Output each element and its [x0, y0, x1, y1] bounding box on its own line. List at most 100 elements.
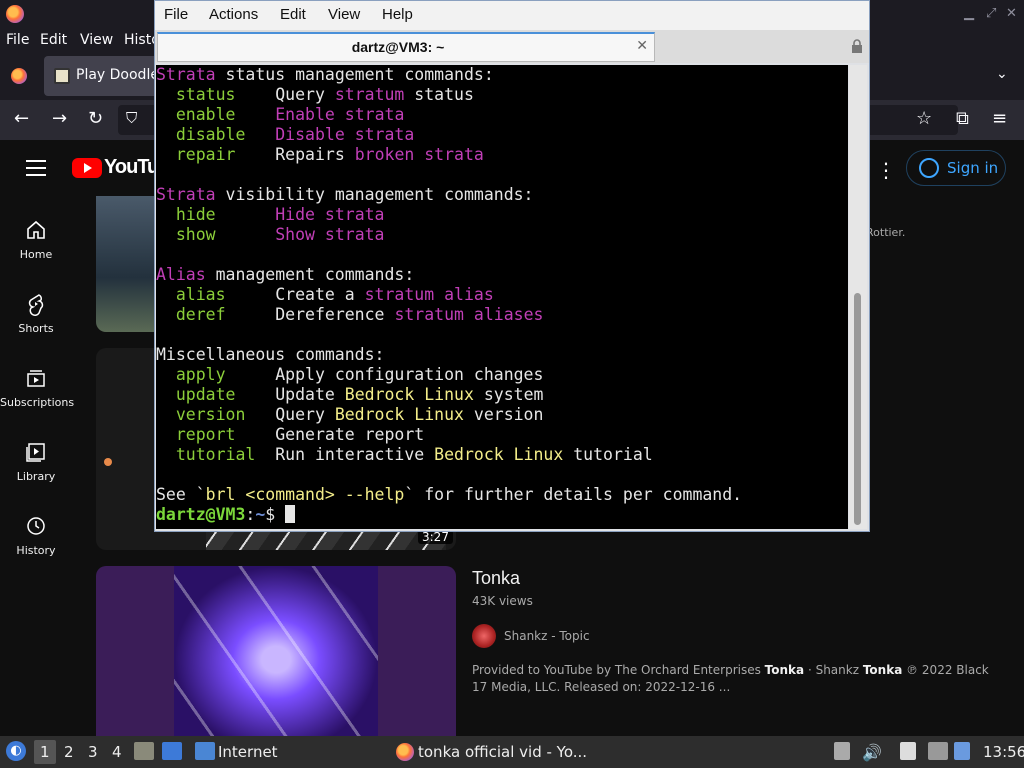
sign-in-label: Sign in [947, 159, 999, 177]
terminal-menu-edit[interactable]: Edit [280, 6, 306, 23]
menu-edit[interactable]: Edit [40, 32, 67, 48]
terminal-line: deref Dereference stratum aliases [156, 305, 544, 325]
lock-icon[interactable] [851, 39, 863, 53]
nav-library[interactable]: Library [0, 440, 72, 483]
nav-library-label: Library [16, 470, 56, 483]
terminal-line: version Query Bedrock Linux version [156, 405, 544, 425]
prompt-user: dartz@VM3 [156, 505, 246, 524]
terminal-text-segment: tutorial [156, 445, 256, 464]
terminal-text-segment: Hide strata [275, 205, 385, 224]
video-description: Provided to YouTube by The Orchard Enter… [472, 663, 989, 694]
firefox-task-icon[interactable] [396, 743, 414, 761]
terminal-text-segment: hide [156, 205, 216, 224]
close-icon[interactable]: ✕ [1006, 6, 1017, 21]
terminal-text-segment: version [463, 405, 544, 424]
channel-avatar[interactable] [472, 624, 496, 648]
guide-menu-icon[interactable] [26, 160, 46, 176]
terminal-line: See `brl <command> --help` for further d… [156, 485, 742, 505]
nav-subscriptions[interactable]: Subscriptions [0, 366, 75, 409]
video-thumbnail-tonka[interactable] [96, 566, 456, 736]
youtube-logo-icon[interactable] [72, 158, 102, 178]
terminal-text-segment: Create a [225, 285, 365, 304]
terminal-line: tutorial Run interactive Bedrock Linux t… [156, 445, 653, 465]
volume-icon[interactable]: 🔊 [862, 743, 882, 762]
maximize-icon[interactable]: ⤢ [986, 6, 996, 21]
terminal-scrollbar[interactable] [849, 65, 867, 529]
terminal-line: disable Disable strata [156, 125, 414, 145]
terminal-text-segment: status management commands: [215, 65, 494, 84]
terminal-text-segment: Query [245, 405, 335, 424]
network-icon[interactable] [954, 742, 970, 760]
forward-icon[interactable]: → [52, 108, 67, 129]
bookmark-star-icon[interactable]: ☆ [916, 108, 932, 129]
terminal-tab-title: dartz@VM3: ~ [351, 39, 445, 55]
home-icon [27, 220, 45, 239]
library-icon [26, 443, 45, 462]
close-tab-icon[interactable]: ✕ [636, 38, 648, 54]
terminal-text-segment: Miscellaneous commands: [156, 345, 385, 364]
folder-icon[interactable] [195, 742, 215, 760]
terminal-text-segment: Show strata [275, 225, 385, 244]
workspace-1[interactable]: 1 [40, 743, 50, 761]
extensions-icon[interactable]: ⧉ [956, 108, 969, 129]
terminal-text-segment: Enable strata [275, 105, 405, 124]
sign-in-button[interactable]: Sign in [906, 150, 1006, 186]
workspace-2[interactable]: 2 [64, 743, 74, 761]
menu-view[interactable]: View [80, 32, 113, 48]
more-options-icon[interactable]: ⋮ [876, 158, 896, 182]
channel-name[interactable]: Shankz - Topic [504, 629, 590, 643]
clipboard-icon[interactable] [834, 742, 850, 760]
terminal-text-segment: Strata [156, 65, 216, 84]
terminal-menu-view[interactable]: View [328, 6, 360, 23]
terminal-menu-actions[interactable]: Actions [209, 6, 258, 23]
firefox-task[interactable]: tonka official vid - Yo... [418, 743, 587, 761]
terminal-text-segment: Strata [156, 185, 216, 204]
terminal-text-segment: broken strata [354, 145, 484, 164]
terminal-line: repair Repairs broken strata [156, 145, 484, 165]
video-duration-badge: 3:27 [418, 530, 453, 544]
reload-icon[interactable]: ↻ [88, 108, 103, 129]
account-icon [919, 158, 939, 178]
video-thumbnail[interactable] [96, 196, 156, 332]
history-icon [27, 517, 45, 535]
prompt-path: ~ [255, 505, 266, 524]
internet-task[interactable]: Internet [218, 743, 278, 761]
terminal-menu-help[interactable]: Help [382, 6, 413, 23]
menu-file[interactable]: File [6, 32, 29, 48]
terminal-tab[interactable]: dartz@VM3: ~ ✕ [157, 32, 655, 62]
terminal-line: Strata status management commands: [156, 65, 494, 85]
terminal-text-segment: Query [235, 85, 335, 104]
tab-list-chevron-icon[interactable]: ⌄ [996, 66, 1008, 82]
nav-shorts[interactable]: Shorts [0, 292, 72, 335]
nav-subscriptions-label: Subscriptions [0, 396, 75, 409]
workspace-4[interactable]: 4 [112, 743, 122, 761]
nav-history[interactable]: History [0, 514, 72, 557]
terminal-text-segment: system [473, 385, 544, 404]
terminal-text-segment: Bedrock Linux [434, 445, 564, 464]
terminal-menubar: File Actions Edit View Help [155, 1, 869, 30]
terminal-output[interactable]: See `brl <command> --help` for further d… [156, 65, 848, 529]
browser-tab[interactable]: Play Doodle [44, 56, 162, 96]
terminal-line: Alias management commands: [156, 265, 414, 285]
workspace-3[interactable]: 3 [88, 743, 98, 761]
firefox-view-icon[interactable] [11, 68, 27, 84]
shield-icon[interactable]: ⛉ [126, 109, 137, 127]
start-menu-icon[interactable]: ◐ [6, 741, 26, 761]
scrollbar-thumb[interactable] [854, 293, 861, 525]
file-manager-icon[interactable] [134, 742, 154, 760]
notes-icon[interactable] [900, 742, 916, 760]
terminal-cursor [285, 505, 296, 523]
minimize-icon[interactable]: ▁ [964, 6, 974, 21]
monitor-icon[interactable] [928, 742, 948, 760]
app-menu-icon[interactable]: ≡ [992, 108, 1007, 129]
video-title[interactable]: Tonka [472, 568, 520, 589]
terminal-menu-file[interactable]: File [164, 6, 188, 23]
video-views: 43K views [472, 594, 533, 608]
desktop-icon[interactable] [162, 742, 182, 760]
back-icon[interactable]: ← [14, 108, 29, 129]
nav-home[interactable]: Home [0, 218, 72, 261]
terminal-text-segment: visibility management commands: [215, 185, 534, 204]
